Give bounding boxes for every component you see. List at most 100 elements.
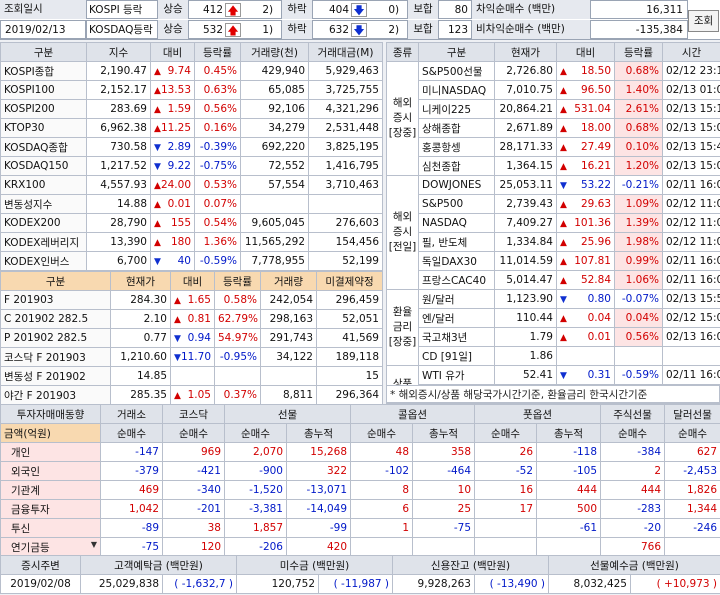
flow-value: 2,070 — [224, 442, 287, 462]
futures-row[interactable]: C 201902 282.52.100.8162.79%298,16352,05… — [0, 309, 383, 329]
world-market-row[interactable]: 프랑스CAC405,014.4752.841.06%02/11 16:00 — [387, 270, 720, 290]
investor-row[interactable]: 개인 -147 969 2,070 15,268 48 358 26 -118 -384 627 — [0, 442, 720, 462]
triangle-up-icon — [154, 198, 161, 210]
dropdown-arrow-icon[interactable]: ▼ — [91, 540, 97, 549]
futures-row[interactable]: 야간 F 201903285.351.050.37%8,811296,364 — [0, 385, 383, 405]
flow-value: 358 — [412, 442, 476, 462]
world-market-row[interactable]: 미니NASDAQ7,010.7596.501.40%02/13 01:06 — [387, 80, 720, 100]
current-price: 1,364.15 — [494, 156, 557, 176]
index-value: 6,700 — [86, 251, 151, 271]
query-date-label: 조회일시 — [0, 0, 86, 19]
funds-header: 미수금 (백만원) — [236, 555, 393, 575]
triangle-down-icon — [154, 141, 161, 153]
world-market-row[interactable]: NASDAQ7,409.27101.361.39%02/12 11:01 — [387, 213, 720, 233]
world-market-row[interactable]: 홍콩항셍28,171.3327.490.10%02/13 15:42 — [387, 137, 720, 157]
world-market-row[interactable]: 상해종합2,671.8918.000.68%02/13 15:00 — [387, 118, 720, 138]
investor-subheader: 총누적 — [412, 423, 476, 443]
world-market-row[interactable]: 환율 금리 [장중]원/달러1,123.900.80-0.07%02/13 15… — [386, 289, 720, 366]
open-interest: 41,569 — [316, 328, 383, 348]
triangle-up-icon — [154, 179, 161, 191]
change-rate: -0.21% — [614, 175, 663, 195]
flow-value: 444 — [600, 480, 666, 500]
volume: 298,163 — [260, 309, 317, 329]
group-label: 해외 증시 [전일] — [386, 175, 419, 290]
up-count: 532 — [202, 24, 223, 36]
time: 02/13 15:42 — [662, 137, 720, 157]
flow-value: -52 — [474, 461, 538, 481]
query-button[interactable]: 조회 — [688, 10, 719, 32]
investor-row[interactable]: 투신 -89 38 1,857 -99 1 -75 -61 -20 -246 — [0, 518, 720, 538]
change-cell: 155 — [150, 213, 195, 233]
change-rate: -0.59% — [614, 365, 663, 385]
flow-value — [350, 537, 414, 557]
index-row[interactable]: KOSPI종합2,190.479.740.45%429,9405,929,463 — [0, 61, 383, 81]
world-market-row[interactable]: S&P5002,739.4329.631.09%02/12 11:06 — [387, 194, 720, 214]
investor-flow-table: 투자자매매동향 거래소 코스닥 선물 콜옵션 풋옵션 주식선물 달러선물 금액(억원) 순매수 순매… — [0, 404, 720, 557]
flow-value: -75 — [100, 537, 163, 557]
world-market-row[interactable]: 상품WTI 유가52.410.31-0.59%02/11 16:00 — [386, 365, 720, 404]
index-row[interactable]: 변동성지수14.880.010.07% — [0, 194, 383, 214]
futures-row[interactable]: P 201902 282.50.770.9454.97%291,74341,56… — [0, 328, 383, 348]
investor-row[interactable]: 금융투자 1,042 -201 -3,381 -14,049 6 25 17 500 -283 1,… — [0, 499, 720, 519]
volume: 11,565,292 — [240, 232, 309, 252]
index-row[interactable]: KOSPI200283.691.590.56%92,1064,321,296 — [0, 99, 383, 119]
arrow-down-icon: 🡇 — [351, 3, 367, 17]
volume: 72,552 — [240, 156, 309, 176]
change-cell: 9.22 — [150, 156, 195, 176]
kosdaq-breadth-label: KOSDAQ등락 — [86, 20, 158, 39]
index-row[interactable]: KOSDAQ종합730.582.89-0.39%692,2203,825,195 — [0, 137, 383, 157]
column-header: 현재가 — [110, 271, 171, 291]
futures-row[interactable]: 변동성 F 201902 14.85 15 — [0, 366, 383, 386]
change-cell: 18.50 — [556, 61, 615, 81]
change-rate: 0.58% — [214, 290, 261, 310]
index-row[interactable]: KTOP306,962.3811.250.16%34,2792,531,448 — [0, 118, 383, 138]
index-row[interactable]: KODEX레버리지13,3901801.36%11,565,292154,456 — [0, 232, 383, 252]
time: 02/12 11:01 — [662, 213, 720, 233]
current-price: 2.10 — [110, 309, 171, 329]
world-market-row[interactable]: 필, 반도체1,334.8425.961.98%02/12 11:01 — [387, 232, 720, 252]
world-market-row[interactable]: 해외 증시 [전일]DOWJONES25,053.1153.22-0.21%02… — [386, 175, 720, 290]
column-header: 대비 — [170, 271, 215, 291]
open-interest: 296,459 — [316, 290, 383, 310]
column-header: 구분 — [0, 271, 111, 291]
time: 02/11 16:00 — [662, 365, 720, 385]
column-header: 현재가 — [494, 42, 557, 62]
world-market-row[interactable]: 해외 증시 [장중]S&P500선물2,726.8018.500.68%02/1… — [386, 61, 720, 176]
futures-row[interactable]: 코스닥 F 2019031,210.6011.70-0.95%34,122189… — [0, 347, 383, 367]
funds-change: ( +10,973 ) — [630, 574, 720, 594]
world-market-row[interactable]: 국고채3년1.790.010.56%02/13 16:00 — [387, 327, 720, 347]
change-cell: 96.50 — [556, 80, 615, 100]
funds-value: 9,928,263 — [392, 574, 475, 594]
index-row[interactable]: KOSPI1002,152.1713.530.63%65,0853,725,75… — [0, 80, 383, 100]
volume: 291,743 — [260, 328, 317, 348]
flat-count: 80 — [438, 0, 472, 19]
current-price: 52.41 — [494, 365, 557, 385]
index-row[interactable]: KODEX인버스6,70040-0.59%7,778,95552,199 — [0, 251, 383, 271]
flow-value: 10 — [412, 480, 476, 500]
investor-row[interactable]: 연기금등 ▼ -75 120 -206 420 766 — [0, 537, 720, 557]
world-market-row[interactable]: 심천종합1,364.1516.211.20%02/13 15:00 — [387, 156, 720, 176]
flow-value: 26 — [474, 442, 538, 462]
futures-row[interactable]: F 201903284.301.650.58%242,054296,459 — [0, 290, 383, 310]
triangle-up-icon — [560, 122, 567, 134]
volume: 34,279 — [240, 118, 309, 138]
index-value: 283.69 — [86, 99, 151, 119]
index-row[interactable]: KRX1004,557.9324.000.53%57,5543,710,463 — [0, 175, 383, 195]
current-price: 2,671.89 — [494, 118, 557, 138]
investor-row[interactable]: 외국인 -379 -421 -900 322 -102 -464 -52 -105 2 -2,453 — [0, 461, 720, 481]
world-market-row[interactable]: CD [91일] 1.86 — [387, 346, 720, 366]
non-arbitrage-label: 비차익순매수 (백만) — [472, 20, 590, 39]
index-row[interactable]: KODEX20028,7901550.54%9,605,045276,603 — [0, 213, 383, 233]
investor-type: 외국인 — [0, 461, 101, 481]
index-name: KRX100 — [0, 175, 87, 195]
world-market-row[interactable]: 니케이22520,864.21531.042.61%02/13 15:15 — [387, 99, 720, 119]
column-header: 구분 — [418, 42, 495, 62]
world-market-row[interactable]: 독일DAX3011,014.59107.810.99%02/11 16:00 — [387, 251, 720, 271]
flow-value: 120 — [162, 537, 225, 557]
down-count: 632 — [328, 24, 349, 36]
flow-value: 2 — [600, 461, 666, 481]
funds-header: 증시주변 — [0, 555, 81, 575]
index-row[interactable]: KOSDAQ1501,217.529.22-0.75%72,5521,416,7… — [0, 156, 383, 176]
world-market-row[interactable]: 엔/달러110.440.040.04%02/12 15:00 — [387, 308, 720, 328]
investor-row[interactable]: 기관계 469 -340 -1,520 -13,071 8 10 16 444 444 1,826 — [0, 480, 720, 500]
